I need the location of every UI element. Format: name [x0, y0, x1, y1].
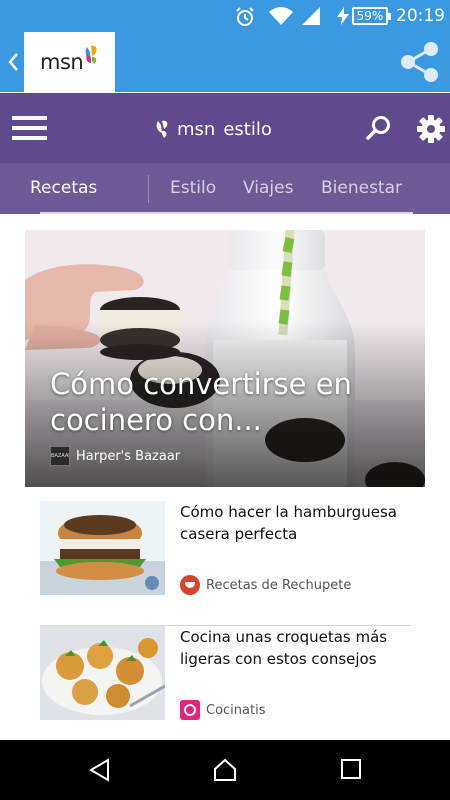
list-item[interactable]: Cocina unas croquetas más ligeras con es…	[40, 626, 411, 740]
section-header: msn estilo	[0, 93, 450, 163]
search-icon[interactable]	[366, 115, 392, 141]
home-icon[interactable]	[212, 758, 238, 782]
wifi-icon	[269, 7, 293, 25]
croquetas-thumbnail	[40, 626, 165, 720]
tab-divider	[148, 175, 149, 203]
article-source: Recetas de Rechupete	[180, 575, 351, 595]
list-item[interactable]: Cómo hacer la hamburguesa casera perfect…	[40, 501, 411, 626]
burger-thumbnail	[40, 501, 165, 595]
article-title: Cocina unas croquetas más ligeras con es…	[180, 628, 388, 668]
recent-apps-icon[interactable]	[340, 758, 362, 780]
app-bar: msn	[0, 32, 450, 92]
butterfly-icon	[156, 120, 168, 138]
hero-article[interactable]: Cómo convertirse en cocinero con... BAZA…	[25, 230, 425, 487]
navigation-bar	[0, 740, 450, 800]
hero-source: BAZAAR Harper's Bazaar	[50, 446, 180, 466]
tab-recetas[interactable]: Recetas	[30, 163, 97, 214]
clock: 20:19	[396, 6, 445, 26]
share-icon[interactable]	[398, 41, 442, 83]
tab-viajes[interactable]: Viajes	[243, 163, 293, 214]
article-title: Cómo hacer la hamburguesa casera perfect…	[180, 503, 397, 543]
status-bar: 59% 20:19	[0, 0, 450, 32]
article-source-name: Recetas de Rechupete	[206, 577, 352, 593]
brand-msn-text: msn	[177, 118, 216, 140]
back-icon[interactable]	[88, 758, 112, 782]
gear-icon[interactable]	[417, 115, 445, 143]
harpers-bazaar-logo: BAZAAR	[50, 446, 70, 466]
article-source: Cocinatis	[180, 700, 265, 720]
charging-icon	[337, 7, 349, 25]
alarm-icon	[236, 7, 254, 26]
menu-icon[interactable]	[12, 116, 47, 140]
feed: Cómo convertirse en cocinero con... BAZA…	[0, 214, 450, 740]
signal-icon	[302, 7, 320, 25]
msn-estilo-brand: msn estilo	[155, 118, 272, 140]
hero-title: Cómo convertirse en cocinero con...	[50, 367, 352, 437]
tab-bienestar[interactable]: Bienestar	[321, 163, 402, 214]
article-source-name: Cocinatis	[206, 702, 266, 718]
msn-logo[interactable]: msn	[24, 32, 115, 92]
tab-estilo[interactable]: Estilo	[170, 163, 216, 214]
category-tabs: Recetas Estilo Viajes Bienestar	[0, 163, 450, 214]
brand-section-text: estilo	[223, 118, 272, 140]
cocinatis-logo-icon	[180, 700, 200, 720]
hero-source-name: Harper's Bazaar	[76, 448, 181, 464]
rechupete-logo-icon	[180, 575, 200, 595]
battery-indicator: 59%	[352, 7, 391, 25]
back-arrow-icon[interactable]	[4, 49, 22, 75]
msn-butterfly-icon	[85, 45, 97, 64]
